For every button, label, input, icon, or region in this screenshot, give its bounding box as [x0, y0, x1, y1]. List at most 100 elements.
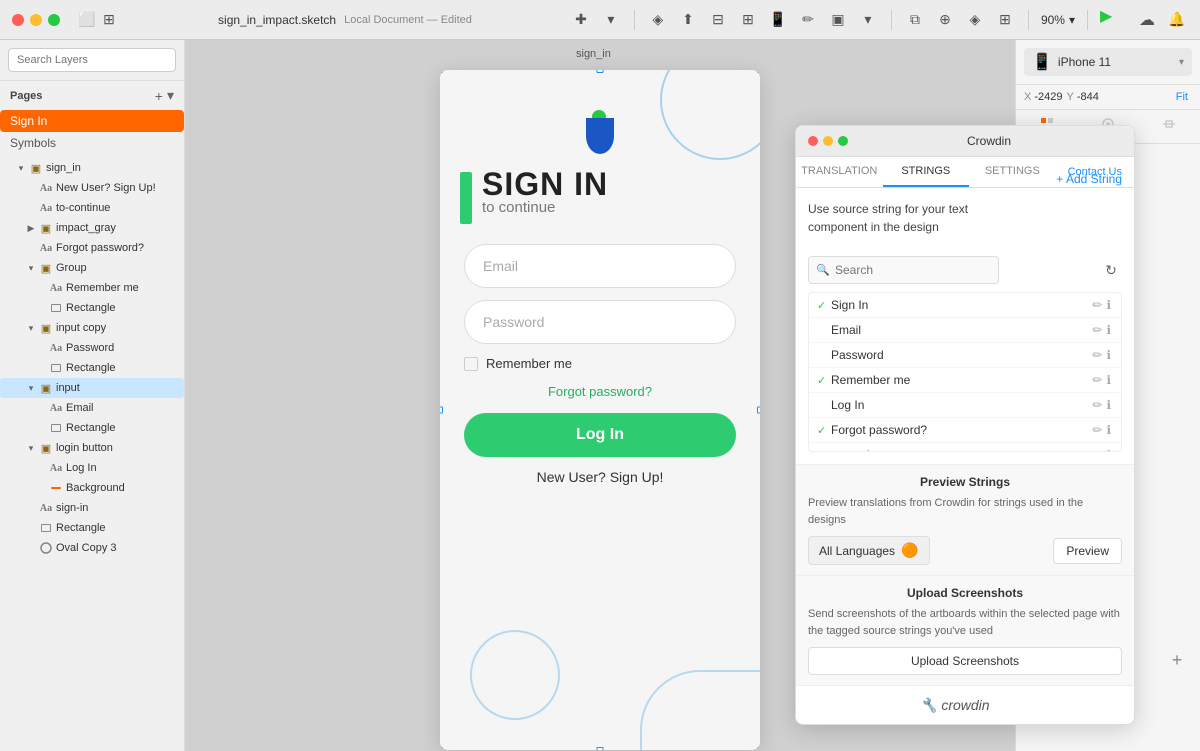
phone-icon[interactable]: 📱	[767, 9, 789, 31]
toggle-icon2[interactable]: ▶	[26, 223, 36, 233]
forgot-label[interactable]: Forgot password?	[548, 384, 652, 399]
layer-rectangle3[interactable]: Rectangle	[0, 418, 184, 438]
layer-sign-in-group[interactable]: ▾ ▣ sign_in	[0, 158, 184, 178]
fit-button[interactable]: Fit	[1172, 91, 1192, 103]
edit-log-in[interactable]: ✏	[1090, 398, 1104, 412]
string-item-email[interactable]: ✓ Email ✏ ℹ	[809, 318, 1121, 343]
layer-remember-me[interactable]: Aa Remember me	[0, 278, 184, 298]
tab-inspect[interactable]	[1139, 110, 1200, 143]
info-sign-in[interactable]: ℹ	[1104, 298, 1113, 312]
component-icon[interactable]: ◈	[647, 9, 669, 31]
layer-input[interactable]: ▾ ▣ input	[0, 378, 184, 398]
insert-dropdown-icon[interactable]: ▾	[600, 9, 622, 31]
crowdin-maximize[interactable]	[838, 136, 848, 146]
layer-sign-in2[interactable]: Aa sign-in	[0, 498, 184, 518]
toggle-icon5[interactable]: ▾	[26, 383, 36, 393]
remember-checkbox[interactable]	[464, 357, 478, 371]
edit-remember-me[interactable]: ✏	[1090, 373, 1104, 387]
preview-button[interactable]: Preview	[1053, 538, 1122, 564]
toggle-icon[interactable]: ▾	[16, 163, 26, 173]
layer-impact-gray[interactable]: ▶ ▣ impact_gray	[0, 218, 184, 238]
minimize-button[interactable]	[30, 14, 42, 26]
info-password[interactable]: ℹ	[1104, 348, 1113, 362]
toggle-icon4[interactable]: ▾	[26, 323, 36, 333]
info-forgot-password[interactable]: ℹ	[1104, 423, 1113, 437]
password-input[interactable]: Password	[464, 300, 736, 344]
handle-bl[interactable]	[440, 747, 443, 750]
info-email[interactable]: ℹ	[1104, 323, 1113, 337]
device-selector[interactable]: 📱 iPhone 11 ▾	[1024, 48, 1192, 76]
layer-log-in[interactable]: Aa Log In	[0, 458, 184, 478]
layer-rectangle4[interactable]: Rectangle	[0, 518, 184, 538]
string-item-password[interactable]: ✓ Password ✏ ℹ	[809, 343, 1121, 368]
layer-input-copy[interactable]: ▾ ▣ input copy	[0, 318, 184, 338]
layer-password[interactable]: Aa Password	[0, 338, 184, 358]
layer-rectangle2[interactable]: Rectangle	[0, 358, 184, 378]
info-remember-me[interactable]: ℹ	[1104, 373, 1113, 387]
toggle-icon3[interactable]: ▾	[26, 263, 36, 273]
layer-rectangle1[interactable]: Rectangle	[0, 298, 184, 318]
artboard[interactable]: SIGN IN to continue Email Password Remem…	[440, 70, 760, 750]
component2-icon[interactable]: ◈	[964, 9, 986, 31]
crowdin-tab-settings[interactable]: SETTINGS	[969, 157, 1056, 187]
crowdin-minimize[interactable]	[823, 136, 833, 146]
crowdin-tab-translation[interactable]: TRANSLATION	[796, 157, 883, 187]
cloud-icon[interactable]: ☁	[1136, 9, 1158, 31]
layer-email[interactable]: Aa Email	[0, 398, 184, 418]
grid-icon[interactable]: ⊞	[737, 9, 759, 31]
layer-new-user[interactable]: Aa New User? Sign Up!	[0, 178, 184, 198]
login-button[interactable]: Log In	[464, 413, 736, 457]
align-icon[interactable]: ⊟	[707, 9, 729, 31]
layer-to-continue[interactable]: Aa to-continue	[0, 198, 184, 218]
all-languages-button[interactable]: All Languages 🟠	[808, 536, 930, 565]
layer-background[interactable]: Background	[0, 478, 184, 498]
search-input[interactable]	[8, 48, 176, 72]
string-item-forgot-password[interactable]: ✓ Forgot password? ✏ ℹ	[809, 418, 1121, 443]
play-button[interactable]: ▶	[1100, 6, 1128, 34]
page-item-sign-in[interactable]: Sign In	[0, 110, 184, 132]
layer-oval-copy-3[interactable]: Oval Copy 3	[0, 538, 184, 558]
layer-forgot-password[interactable]: Aa Forgot password?	[0, 238, 184, 258]
string-item-to-continue[interactable]: ✓ to continue ✏ ℹ	[809, 443, 1121, 452]
toggle-icon6[interactable]: ▾	[26, 443, 36, 453]
page-item-symbols[interactable]: Symbols	[0, 132, 184, 154]
bell-icon[interactable]: 🔔	[1166, 9, 1188, 31]
edit-password[interactable]: ✏	[1090, 348, 1104, 362]
crowdin-tab-strings[interactable]: STRINGS	[883, 157, 970, 187]
close-button[interactable]	[12, 14, 24, 26]
info-to-continue[interactable]: ℹ	[1104, 448, 1113, 452]
crowdin-search-input[interactable]	[808, 256, 999, 284]
add-string-button[interactable]: + Add String	[1056, 172, 1122, 186]
info-log-in[interactable]: ℹ	[1104, 398, 1113, 412]
more-icon[interactable]: ▾	[857, 9, 879, 31]
string-item-sign-in[interactable]: ✓ Sign In ✏ ℹ	[809, 293, 1121, 318]
edit-forgot-password[interactable]: ✏	[1090, 423, 1104, 437]
layer-login-button[interactable]: ▾ ▣ login button	[0, 438, 184, 458]
email-input[interactable]: Email	[464, 244, 736, 288]
sidebar-toggle-icon[interactable]: ⬜	[76, 9, 98, 31]
layer-group[interactable]: ▾ ▣ Group	[0, 258, 184, 278]
crowdin-close[interactable]	[808, 136, 818, 146]
layout-icon[interactable]: ⊞	[98, 9, 120, 31]
copy-icon[interactable]: ⧉	[904, 9, 926, 31]
misc-icon[interactable]: ⊞	[994, 9, 1016, 31]
string-item-log-in[interactable]: ✓ Log In ✏ ℹ	[809, 393, 1121, 418]
pages-chevron-button[interactable]: ▾	[167, 87, 174, 104]
edit-email[interactable]: ✏	[1090, 323, 1104, 337]
insert-icon[interactable]: ✚	[570, 9, 592, 31]
refresh-button[interactable]: ↻	[1100, 259, 1122, 281]
add-page-button[interactable]: +	[155, 87, 163, 104]
remember-me-row[interactable]: Remember me	[464, 356, 736, 371]
upload-screenshots-button[interactable]: Upload Screenshots	[808, 647, 1122, 675]
pen-icon[interactable]: ✏	[797, 9, 819, 31]
forgot-password-link[interactable]: Forgot password?	[464, 383, 736, 401]
string-item-remember-me[interactable]: ✓ Remember me ✏ ℹ	[809, 368, 1121, 393]
zoom-control[interactable]: 90% ▾	[1041, 13, 1075, 27]
export-icon[interactable]: ⬆	[677, 9, 699, 31]
handle-bm[interactable]	[597, 747, 604, 750]
frame-icon[interactable]: ▣	[827, 9, 849, 31]
paste-icon[interactable]: ⊕	[934, 9, 956, 31]
add-panel-button[interactable]: +	[1166, 649, 1188, 671]
edit-sign-in[interactable]: ✏	[1090, 298, 1104, 312]
maximize-button[interactable]	[48, 14, 60, 26]
